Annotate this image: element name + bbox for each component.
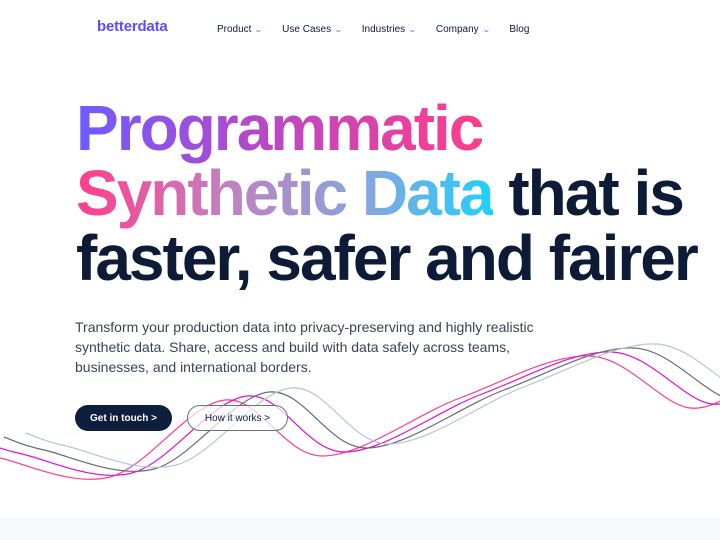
main-nav: Product ⌄ Use Cases ⌄ Industries ⌄ Company ⌄… [217, 24, 549, 35]
chevron-down-icon: ⌄ [481, 25, 491, 34]
next-section [0, 518, 720, 540]
hero-subtitle: Transform your production data into priv… [75, 319, 534, 375]
nav-label: Company [435, 24, 479, 35]
nav-industries[interactable]: Industries ⌄ [361, 24, 418, 35]
nav-company[interactable]: Company ⌄ [435, 24, 491, 35]
title-gradient-2: Synthetic Data [76, 157, 495, 229]
title-line3: faster, safer and fairer [76, 222, 699, 294]
chevron-down-icon: ⌄ [254, 25, 264, 34]
nav-label: Product [217, 24, 252, 35]
get-in-touch-button[interactable]: Get in touch > [75, 405, 172, 431]
chevron-down-icon: ⌄ [407, 25, 418, 34]
nav-blog[interactable]: Blog [509, 24, 529, 35]
how-it-works-button[interactable]: How it works > [187, 405, 288, 431]
nav-label: Industries [361, 24, 406, 35]
nav-use-cases[interactable]: Use Cases ⌄ [282, 24, 344, 35]
nav-product[interactable]: Product ⌄ [217, 24, 264, 35]
nav-label: Use Cases [282, 24, 332, 35]
chevron-down-icon: ⌄ [333, 25, 344, 34]
logo[interactable]: betterdata [97, 18, 168, 35]
title-gradient-1: Programmatic [76, 92, 484, 164]
title-plain: that is [492, 157, 684, 229]
hero-title: Programmatic Synthetic Data that is faster… [76, 96, 699, 294]
nav-label: Blog [509, 24, 530, 35]
